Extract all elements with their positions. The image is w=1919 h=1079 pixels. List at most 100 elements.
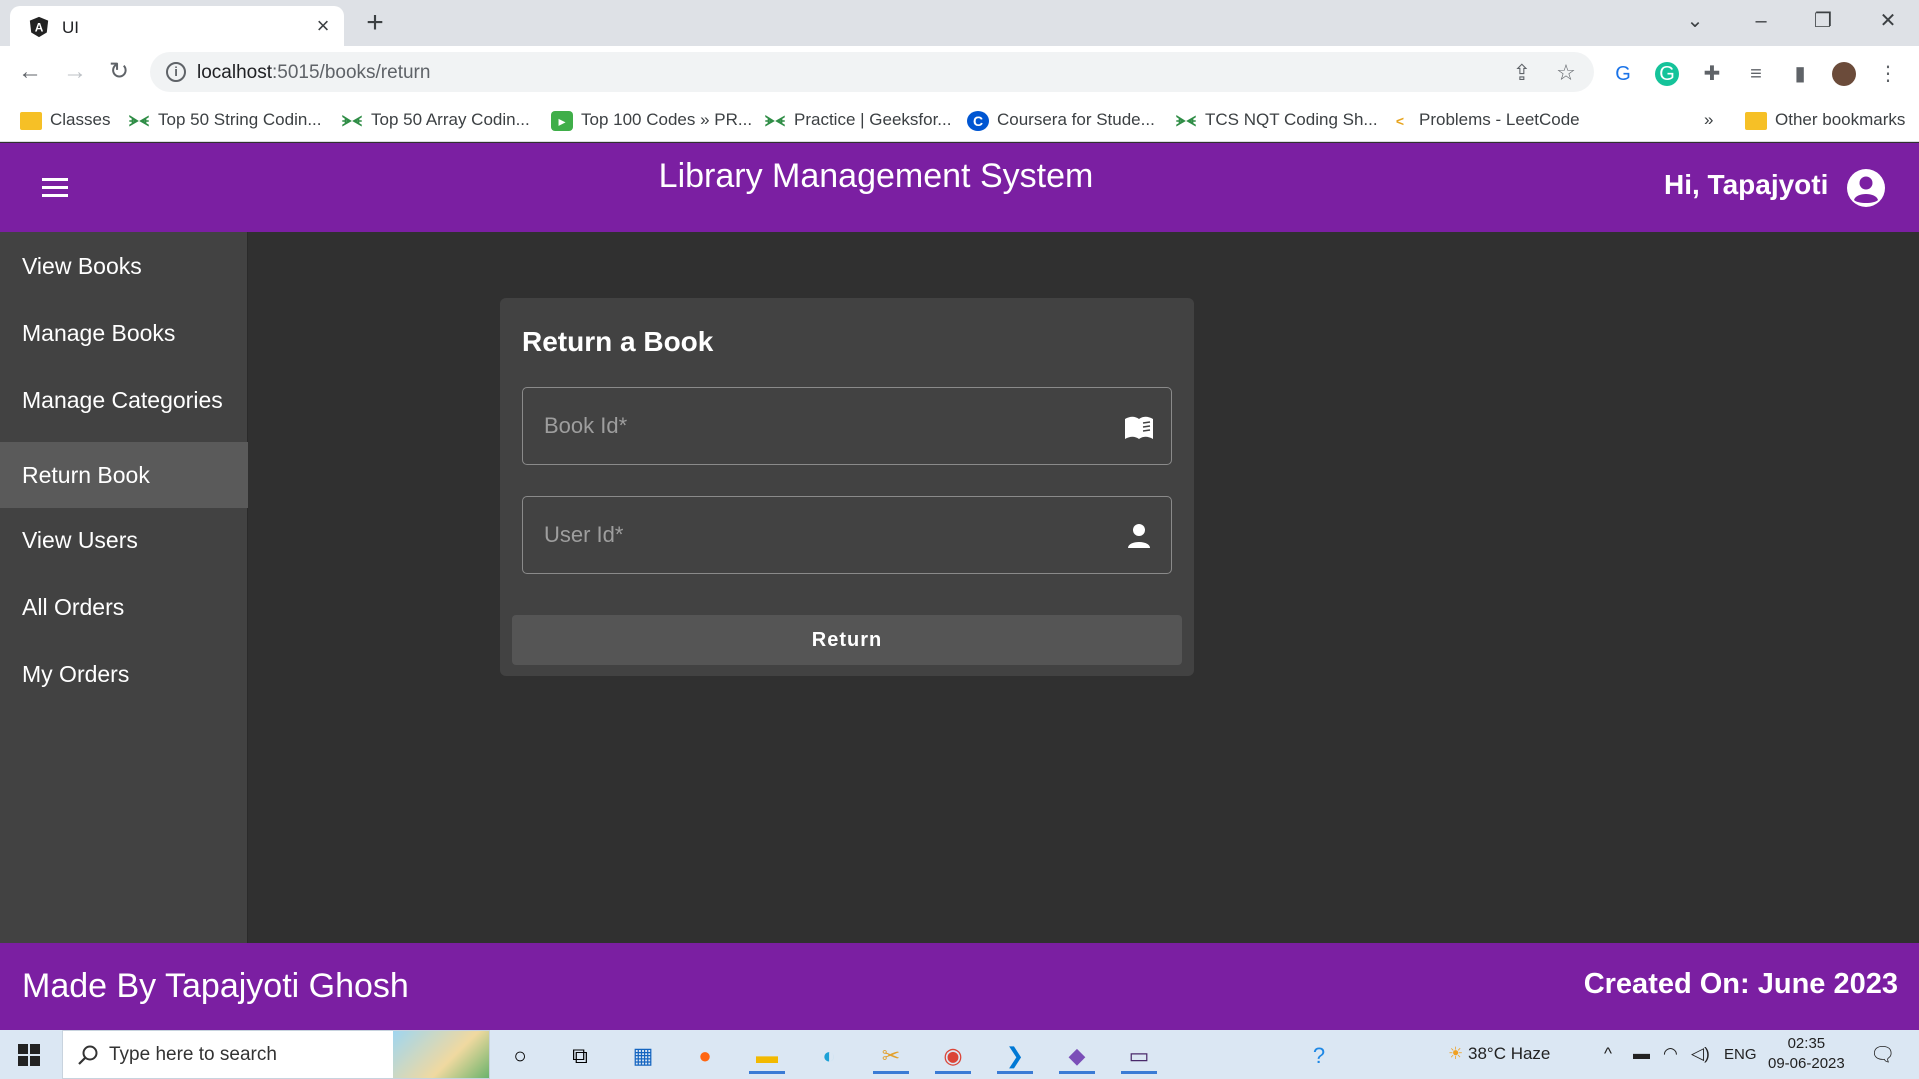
- bookmarks-bar: Classes ᗘᗛ Top 50 String Codin... ᗘᗛ Top 5…: [0, 98, 1919, 142]
- nav-item-manage-books[interactable]: Manage Books: [0, 302, 248, 364]
- user-id-placeholder: User Id*: [544, 522, 624, 547]
- taskbar-search-box[interactable]: Type here to search: [62, 1030, 490, 1079]
- bookmark-item[interactable]: ᗘᗛ TCS NQT Coding Sh...: [1175, 107, 1378, 133]
- footer-author: Made By Tapajyoti Ghosh: [22, 967, 409, 1005]
- nav-item-view-users[interactable]: View Users: [0, 509, 248, 571]
- help-icon[interactable]: ?: [1301, 1038, 1337, 1074]
- browser-toolbar: ← → ↻ i localhost:5015/books/return ⇪ ☆ …: [0, 46, 1919, 98]
- bookmark-star-icon[interactable]: ☆: [1554, 61, 1578, 85]
- tab-close-icon[interactable]: ×: [312, 15, 334, 37]
- minimize-button[interactable]: –: [1738, 6, 1784, 36]
- share-icon[interactable]: ⇪: [1510, 61, 1534, 85]
- task-view-icon[interactable]: ⧉: [562, 1038, 598, 1074]
- search-placeholder: Type here to search: [109, 1044, 277, 1065]
- weather-widget[interactable]: ☀ 38°C Haze: [1448, 1044, 1550, 1064]
- tab-title: UI: [62, 18, 79, 37]
- file-explorer-icon[interactable]: ▬: [749, 1038, 785, 1074]
- close-window-button[interactable]: ✕: [1865, 6, 1911, 36]
- angular-icon: A: [29, 16, 49, 38]
- bookmarks-overflow-button[interactable]: »: [1704, 107, 1713, 133]
- taskbar-clock[interactable]: 02:35 09-06-2023: [1768, 1034, 1845, 1074]
- browser-tabstrip: A UI × + ⌄ – ❐ ✕: [0, 0, 1919, 46]
- return-button[interactable]: Return: [512, 615, 1182, 665]
- nav-item-view-books[interactable]: View Books: [0, 235, 248, 297]
- tab-search-icon[interactable]: ⌄: [1672, 6, 1718, 36]
- app-title: Library Management System: [658, 157, 1094, 195]
- user-id-field[interactable]: User Id*: [522, 496, 1172, 574]
- profile-avatar[interactable]: [1832, 62, 1856, 86]
- chrome-menu-icon[interactable]: ⋮: [1876, 62, 1900, 86]
- browser-tab[interactable]: A UI ×: [10, 6, 344, 46]
- clock-time: 02:35: [1787, 1035, 1826, 1052]
- svg-text:A: A: [35, 21, 44, 35]
- gfg-icon: ᗘᗛ: [1175, 112, 1197, 129]
- folder-icon: [20, 111, 42, 130]
- footer-created-on: Created On: June 2023: [1583, 968, 1898, 1000]
- menu-book-icon: [1125, 416, 1153, 439]
- bookmark-item[interactable]: ᗘᗛ Top 50 String Codin...: [128, 107, 322, 133]
- battery-icon[interactable]: ▬: [1633, 1044, 1650, 1064]
- clock-date: 09-06-2023: [1768, 1055, 1845, 1072]
- nav-item-all-orders[interactable]: All Orders: [0, 576, 248, 638]
- edge-icon[interactable]: ◐: [811, 1038, 847, 1074]
- extensions-icon[interactable]: ✚: [1700, 62, 1724, 86]
- chrome-icon[interactable]: ◉: [935, 1038, 971, 1074]
- firefox-icon[interactable]: ●: [687, 1038, 723, 1074]
- user-greeting: Hi, Tapajyoti: [1664, 169, 1829, 200]
- notifications-icon[interactable]: 🗨: [1870, 1042, 1895, 1067]
- bookmark-item[interactable]: < Problems - LeetCode: [1389, 107, 1580, 133]
- grammarly-icon[interactable]: G: [1655, 62, 1679, 86]
- search-icon: [78, 1045, 98, 1065]
- bookmark-item[interactable]: C Coursera for Stude...: [967, 107, 1155, 133]
- language-indicator[interactable]: ENG: [1724, 1046, 1757, 1063]
- bookmark-item[interactable]: ▸ Top 100 Codes » PR...: [551, 107, 752, 133]
- app-header: Library Management System Hi, Tapajyoti: [0, 143, 1919, 232]
- vscode-icon[interactable]: ❯: [997, 1038, 1033, 1074]
- search-highlight-image: [393, 1031, 489, 1078]
- windows-start-icon[interactable]: [18, 1044, 40, 1066]
- app-footer: Made By Tapajyoti Ghosh Created On: June…: [0, 943, 1919, 1030]
- gfg-icon: ᗘᗛ: [764, 112, 786, 129]
- nav-item-manage-categories[interactable]: Manage Categories: [0, 369, 248, 431]
- card-title: Return a Book: [522, 326, 714, 357]
- google-translate-icon[interactable]: G: [1611, 62, 1635, 86]
- bookmark-item[interactable]: Classes: [20, 107, 110, 133]
- book-id-field[interactable]: Book Id*: [522, 387, 1172, 465]
- other-bookmarks[interactable]: Other bookmarks: [1745, 107, 1905, 133]
- address-bar[interactable]: i localhost:5015/books/return ⇪ ☆: [150, 52, 1594, 92]
- side-nav: View Books Manage Books Manage Categorie…: [0, 232, 248, 943]
- reload-button[interactable]: ↻: [103, 56, 135, 88]
- site-info-icon[interactable]: i: [166, 62, 186, 82]
- cortana-icon[interactable]: ○: [502, 1038, 538, 1074]
- new-tab-button[interactable]: +: [360, 8, 390, 38]
- return-book-card: Return a Book Book Id* User Id* Return: [500, 298, 1194, 676]
- tray-overflow-icon[interactable]: ^: [1604, 1044, 1612, 1064]
- side-panel-icon[interactable]: ▮: [1788, 62, 1812, 86]
- wifi-icon[interactable]: ◠: [1663, 1044, 1678, 1064]
- gfg-icon: ᗘᗛ: [128, 112, 150, 129]
- bookmark-item[interactable]: ᗘᗛ Top 50 Array Codin...: [341, 107, 530, 133]
- reading-list-icon[interactable]: ≡: [1744, 62, 1768, 86]
- snipping-tool-icon[interactable]: ✂: [873, 1038, 909, 1074]
- url-text: localhost:5015/books/return: [197, 62, 431, 83]
- windows-taskbar: Type here to search ○ ⧉ ▦ ● ▬ ◐ ✂ ◉ ❯ ◆ …: [0, 1030, 1919, 1079]
- leetcode-icon: <: [1395, 112, 1405, 129]
- restore-button[interactable]: ❐: [1800, 6, 1846, 36]
- terminal-icon[interactable]: ▭: [1121, 1038, 1157, 1074]
- volume-icon[interactable]: ◁): [1691, 1044, 1710, 1064]
- nav-item-my-orders[interactable]: My Orders: [0, 643, 248, 705]
- bookmark-item[interactable]: ᗘᗛ Practice | Geeksfor...: [764, 107, 952, 133]
- account-circle-icon[interactable]: [1846, 168, 1886, 208]
- folder-icon: [1745, 111, 1767, 130]
- shield-icon: ▸: [551, 110, 573, 131]
- coursera-icon: C: [967, 110, 989, 131]
- weather-icon: ☀: [1448, 1044, 1464, 1063]
- nav-item-return-book[interactable]: Return Book: [0, 442, 248, 508]
- person-icon: [1128, 524, 1150, 548]
- visual-studio-icon[interactable]: ◆: [1059, 1038, 1095, 1074]
- back-button[interactable]: ←: [14, 56, 46, 88]
- forward-button[interactable]: →: [59, 56, 91, 88]
- main-content: Return a Book Book Id* User Id* Return: [248, 232, 1919, 943]
- store-icon[interactable]: ▦: [625, 1038, 661, 1074]
- book-id-placeholder: Book Id*: [544, 413, 628, 438]
